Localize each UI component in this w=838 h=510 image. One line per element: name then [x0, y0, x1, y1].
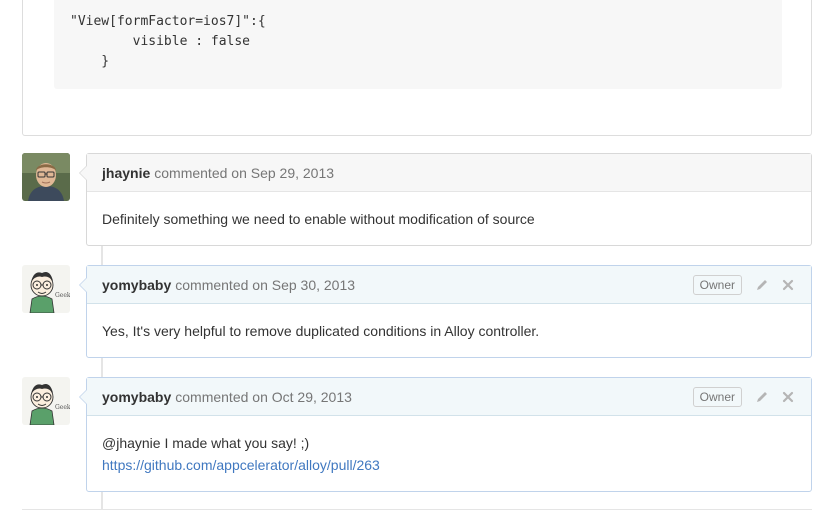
owner-badge: Owner — [692, 386, 742, 407]
comment-text: @jhaynie I made what you say! ;) — [102, 435, 310, 451]
code-line: "View[formFactor=ios7]":{ — [70, 14, 266, 29]
comment-header: yomybaby commented on Sep 30, 2013 Owner — [79, 266, 811, 304]
comment-header: yomybaby commented on Oct 29, 2013 Owner — [79, 378, 811, 416]
user-photo-icon — [22, 153, 70, 201]
avatar[interactable] — [22, 153, 70, 201]
comment-timestamp[interactable]: commented on Oct 29, 2013 — [175, 389, 352, 405]
timeline-connector — [101, 358, 103, 378]
pencil-icon[interactable] — [754, 389, 770, 405]
geek-cartoon-avatar-icon: Geek — [22, 265, 70, 313]
timeline-connector — [101, 492, 103, 510]
close-icon[interactable] — [780, 277, 796, 293]
comment-body: Definitely something we need to enable w… — [87, 192, 811, 230]
comment-actions: Owner — [692, 274, 796, 295]
close-icon[interactable] — [780, 389, 796, 405]
previous-comment-body: "View[formFactor=ios7]":{ visible : fals… — [22, 0, 812, 136]
avatar-lettering: Geek — [55, 404, 70, 411]
comment-timestamp[interactable]: commented on Sep 30, 2013 — [175, 277, 355, 293]
comment-author-link[interactable]: yomybaby — [102, 389, 171, 405]
comment-actions: Owner — [692, 386, 796, 407]
comment-author-link[interactable]: yomybaby — [102, 277, 171, 293]
pencil-icon[interactable] — [754, 277, 770, 293]
comment-text: Yes, It's very helpful to remove duplica… — [102, 323, 540, 339]
timeline-connector — [101, 246, 103, 266]
comment: jhaynie commented on Sep 29, 2013 Defini… — [79, 153, 812, 246]
code-line: visible : false — [70, 34, 251, 49]
comment: yomybaby commented on Oct 29, 2013 Owner… — [79, 377, 812, 492]
comment-author-link[interactable]: jhaynie — [102, 165, 150, 181]
code-line: } — [70, 54, 110, 69]
comment-body: @jhaynie I made what you say! ;) https:/… — [87, 416, 811, 476]
comment-header: jhaynie commented on Sep 29, 2013 — [79, 154, 811, 192]
avatar[interactable]: Geek — [22, 265, 70, 313]
comment-text: Definitely something we need to enable w… — [102, 211, 535, 227]
comment-timestamp[interactable]: commented on Sep 29, 2013 — [154, 165, 334, 181]
geek-cartoon-avatar-icon: Geek — [22, 377, 70, 425]
avatar-lettering: Geek — [55, 292, 70, 299]
comment: yomybaby commented on Sep 30, 2013 Owner… — [79, 265, 812, 358]
comment-body: Yes, It's very helpful to remove duplica… — [87, 304, 811, 342]
avatar[interactable]: Geek — [22, 377, 70, 425]
code-block: "View[formFactor=ios7]":{ visible : fals… — [54, 0, 782, 89]
pull-request-link[interactable]: https://github.com/appcelerator/alloy/pu… — [102, 457, 380, 473]
owner-badge: Owner — [692, 274, 742, 295]
